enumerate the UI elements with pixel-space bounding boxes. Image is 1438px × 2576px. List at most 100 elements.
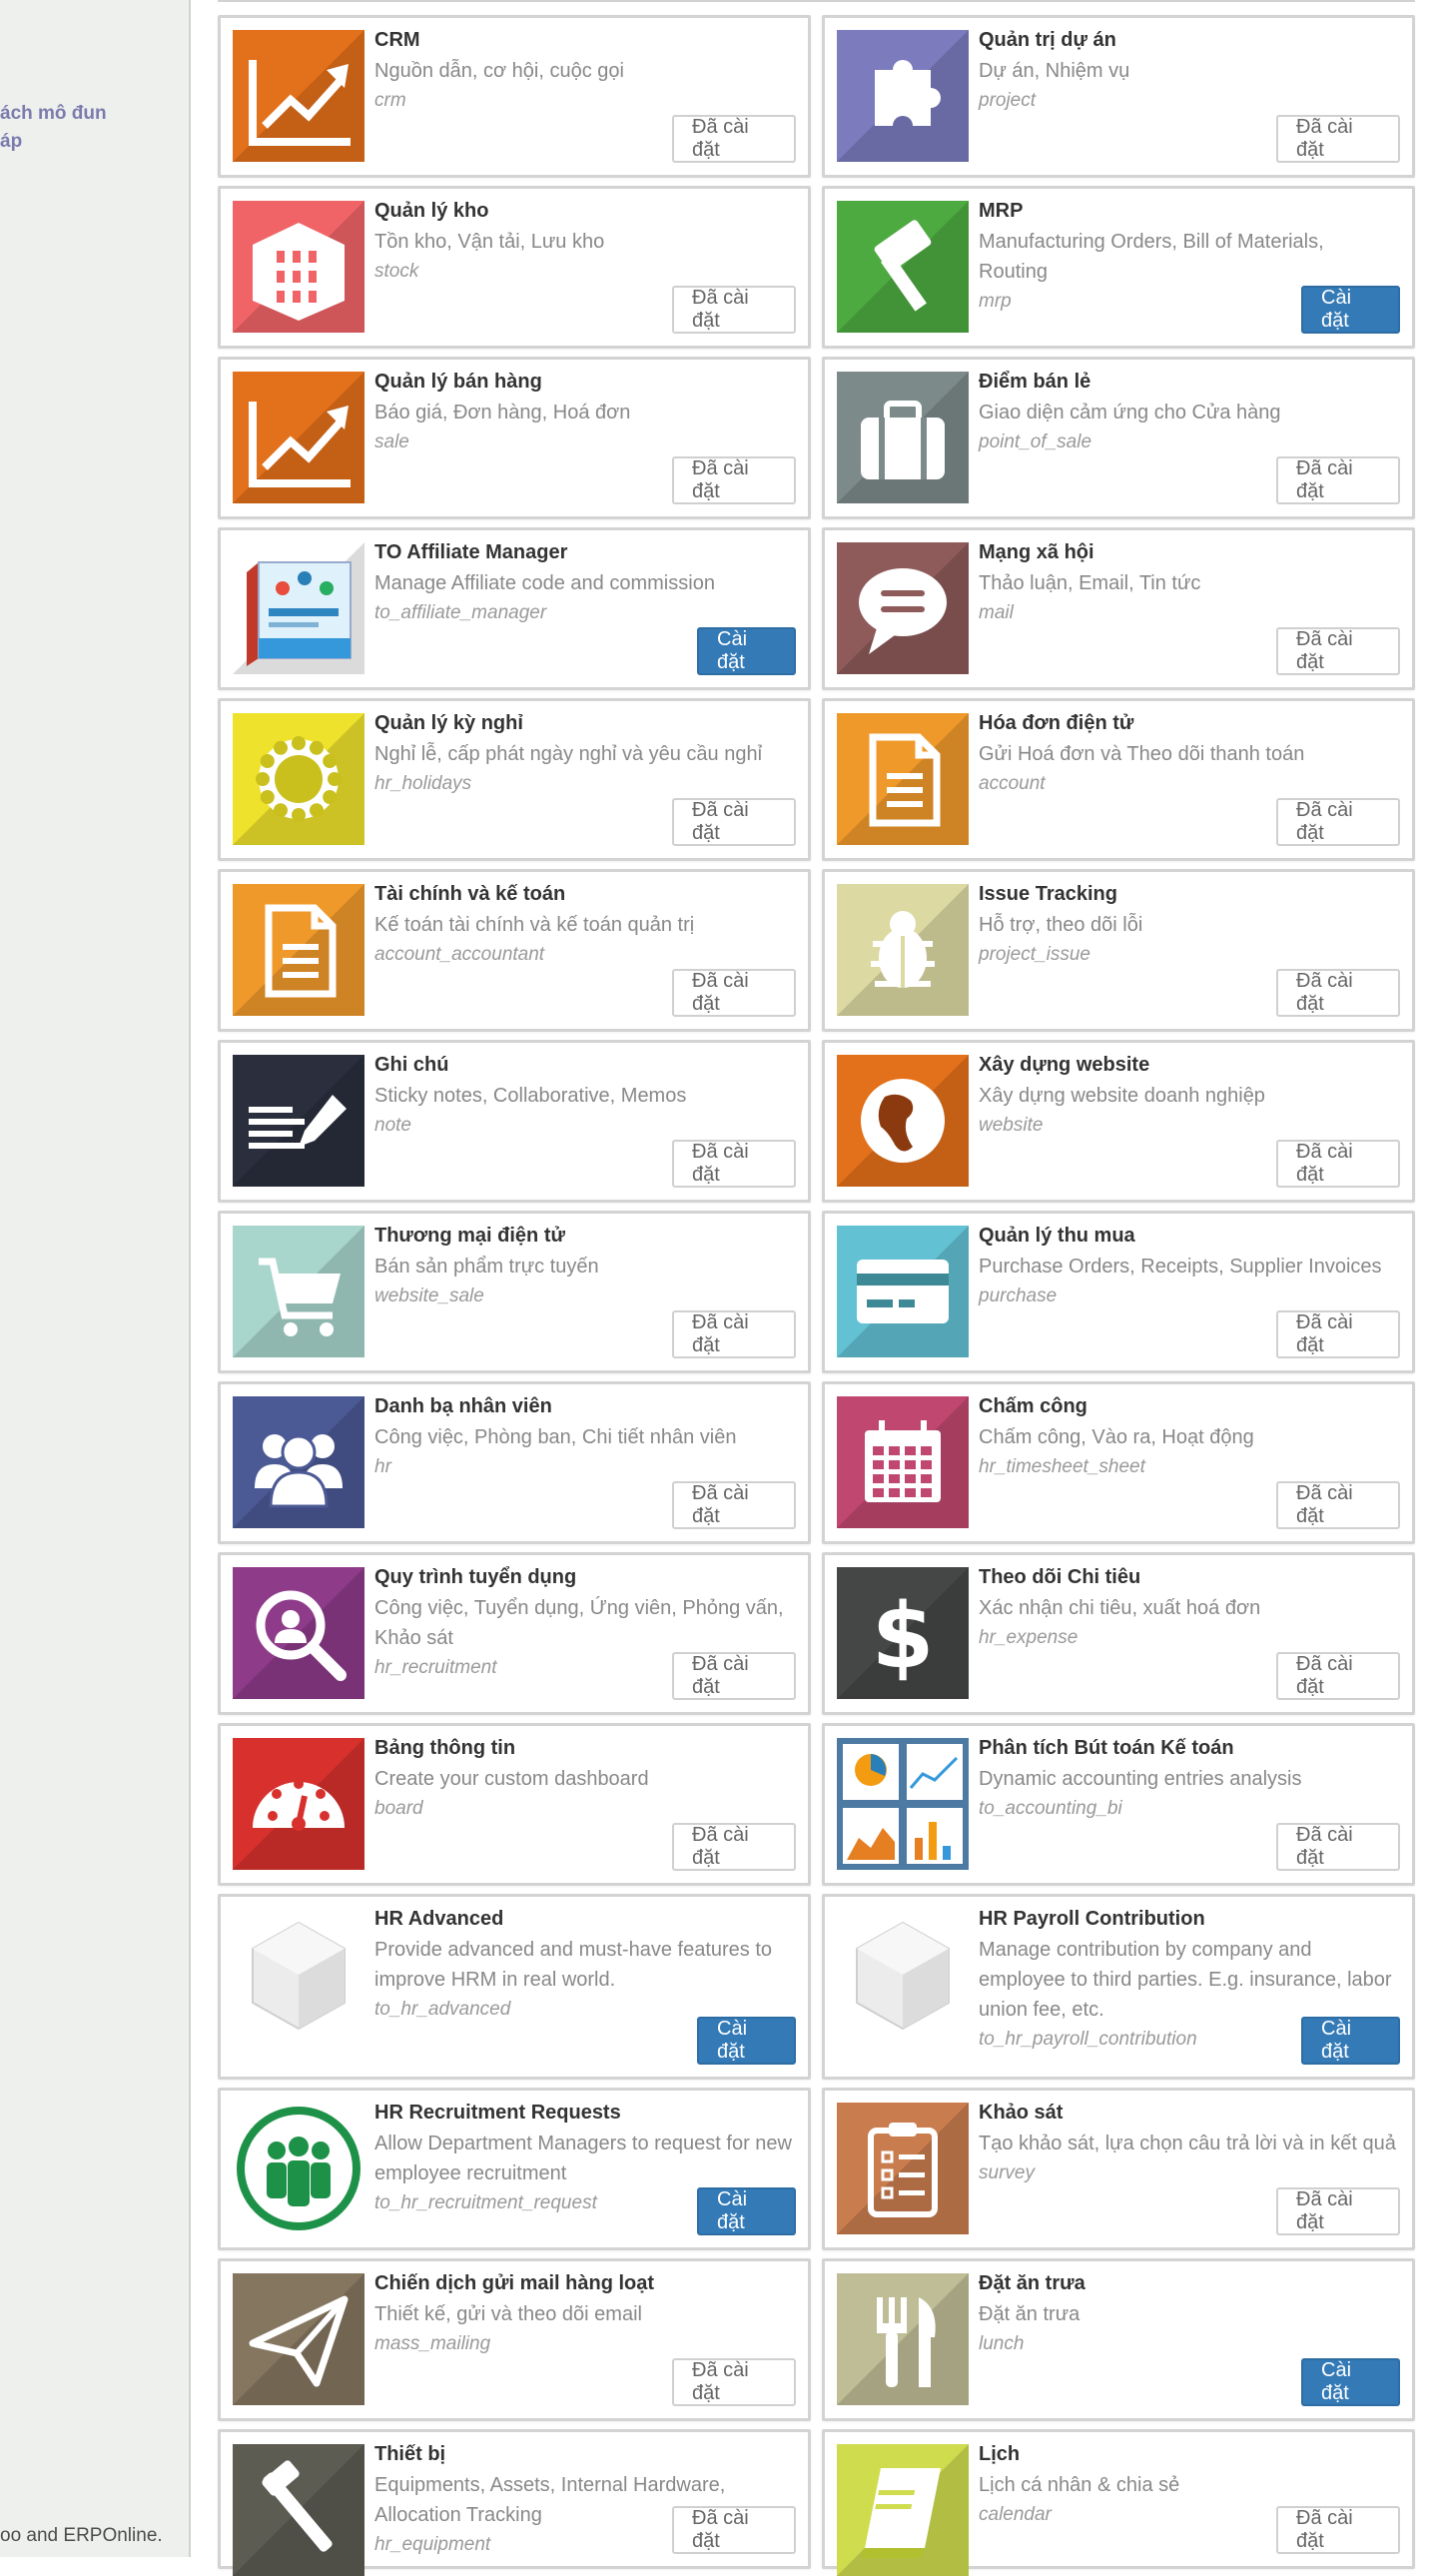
app-title[interactable]: Quản trị dự án <box>979 26 1398 54</box>
app-title[interactable]: Ghi chú <box>374 1051 794 1079</box>
app-title[interactable]: HR Advanced <box>374 1905 794 1933</box>
app-card[interactable]: Phân tích Bút toán Kế toán Dynamic accoun… <box>822 1723 1415 1886</box>
app-card[interactable]: HR Advanced Provide advanced and must-hav… <box>218 1894 811 2080</box>
app-title[interactable]: Quản lý kỳ nghỉ <box>374 709 794 737</box>
clipboard-icon <box>837 2103 969 2234</box>
installed-button[interactable]: Đã cài đặt <box>1276 1823 1400 1871</box>
app-technical-name: website <box>979 1115 1044 1136</box>
app-title[interactable]: Quản lý kho <box>374 197 794 225</box>
installed-button[interactable]: Đã cài đặt <box>1276 2187 1400 2235</box>
app-title[interactable]: Mạng xã hội <box>979 538 1398 566</box>
installed-button[interactable]: Đã cài đặt <box>672 1310 796 1358</box>
installed-button[interactable]: Đã cài đặt <box>672 1652 796 1700</box>
app-title[interactable]: MRP <box>979 197 1398 225</box>
app-card[interactable]: Đặt ăn trưa Đặt ăn trưa lunch Cài đặt <box>822 2258 1415 2421</box>
install-button[interactable]: Cài đặt <box>697 627 796 675</box>
installed-button[interactable]: Đã cài đặt <box>1276 627 1400 675</box>
app-card[interactable]: Issue Tracking Hỗ trợ, theo dõi lỗi projec… <box>822 869 1415 1032</box>
app-title[interactable]: CRM <box>374 26 794 54</box>
app-card[interactable]: Hóa đơn điện tử Gửi Hoá đơn và Theo dõi t… <box>822 698 1415 861</box>
installed-button[interactable]: Đã cài đặt <box>672 1823 796 1871</box>
app-card[interactable]: Xây dựng website Xây dựng website doanh n… <box>822 1040 1415 1203</box>
app-card[interactable]: Mạng xã hội Thảo luận, Email, Tin tức mail… <box>822 527 1415 690</box>
app-card[interactable]: Bảng thông tin Create your custom dashboa… <box>218 1723 811 1886</box>
app-summary: Manage Affiliate code and commission to_a… <box>374 568 794 628</box>
app-card[interactable]: Lịch Lịch cá nhân & chia sẻ calendar Đã cài… <box>822 2429 1415 2576</box>
app-card[interactable]: Danh bạ nhân viên Công việc, Phòng ban, C… <box>218 1381 811 1544</box>
app-title[interactable]: Quy trình tuyển dụng <box>374 1563 794 1591</box>
installed-button[interactable]: Đã cài đặt <box>672 798 796 846</box>
app-title[interactable]: Khảo sát <box>979 2099 1398 2127</box>
app-title[interactable]: Thương mại điện tử <box>374 1222 794 1250</box>
app-card[interactable]: Thương mại điện tử Bán sản phẩm trực tuyế… <box>218 1211 811 1373</box>
app-card[interactable]: Quản lý kho Tồn kho, Vận tải, Lưu kho stoc… <box>218 186 811 349</box>
install-button[interactable]: Cài đặt <box>697 2017 796 2065</box>
app-title[interactable]: HR Payroll Contribution <box>979 1905 1398 1933</box>
app-title[interactable]: Tài chính và kế toán <box>374 880 794 908</box>
installed-button[interactable]: Đã cài đặt <box>672 2358 796 2406</box>
app-title[interactable]: Lịch <box>979 2440 1398 2468</box>
app-title[interactable]: Chấm công <box>979 1392 1398 1420</box>
app-card[interactable]: Tài chính và kế toán Kế toán tài chính và… <box>218 869 811 1032</box>
sidebar-link-app-list[interactable]: ách mô đun áp <box>0 100 186 156</box>
installed-button[interactable]: Đã cài đặt <box>672 2506 796 2554</box>
app-card[interactable]: $ Theo dõi Chi tiêu Xác nhận chi tiêu, xuấ… <box>822 1552 1415 1715</box>
installed-button[interactable]: Đã cài đặt <box>672 1481 796 1529</box>
app-title[interactable]: Phân tích Bút toán Kế toán <box>979 1734 1398 1762</box>
app-card[interactable]: TO Affiliate Manager Manage Affiliate cod… <box>218 527 811 690</box>
install-button[interactable]: Cài đặt <box>1301 286 1400 334</box>
app-card[interactable]: Quy trình tuyển dụng Công việc, Tuyển dụn… <box>218 1552 811 1715</box>
app-title[interactable]: Quản lý bán hàng <box>374 368 794 396</box>
app-card[interactable]: MRP Manufacturing Orders, Bill of Materia… <box>822 186 1415 349</box>
app-title[interactable]: Danh bạ nhân viên <box>374 1392 794 1420</box>
app-card[interactable]: Điểm bán lẻ Giao diện cảm ứng cho Cửa hàn… <box>822 357 1415 519</box>
installed-button[interactable]: Đã cài đặt <box>672 286 796 334</box>
app-title[interactable]: Chiến dịch gửi mail hàng loạt <box>374 2269 794 2297</box>
installed-button[interactable]: Đã cài đặt <box>672 115 796 163</box>
app-title[interactable]: TO Affiliate Manager <box>374 538 794 566</box>
install-button[interactable]: Cài đặt <box>1301 2358 1400 2406</box>
app-title[interactable]: Đặt ăn trưa <box>979 2269 1398 2297</box>
app-title[interactable]: Xây dựng website <box>979 1051 1398 1079</box>
app-card[interactable]: Quản lý kỳ nghỉ Nghỉ lễ, cấp phát ngày ng… <box>218 698 811 861</box>
app-title[interactable]: Theo dõi Chi tiêu <box>979 1563 1398 1591</box>
app-title[interactable]: Thiết bị <box>374 2440 794 2468</box>
install-button[interactable]: Cài đặt <box>1301 2017 1400 2065</box>
app-card[interactable]: Thiết bị Equipments, Assets, Internal Har… <box>218 2429 811 2576</box>
installed-button[interactable]: Đã cài đặt <box>1276 1481 1400 1529</box>
app-title[interactable]: Bảng thông tin <box>374 1734 794 1762</box>
installed-button[interactable]: Đã cài đặt <box>1276 115 1400 163</box>
app-summary: Giao diện cảm ứng cho Cửa hàng point_of_s… <box>979 398 1398 457</box>
app-card[interactable]: HR Recruitment Requests Allow Department … <box>218 2088 811 2250</box>
app-card[interactable]: Quản lý bán hàng Báo giá, Đơn hàng, Hoá đ… <box>218 357 811 519</box>
dollar-icon: $ <box>837 1567 969 1699</box>
app-card[interactable]: Chiến dịch gửi mail hàng loạt Thiết kế, g… <box>218 2258 811 2421</box>
app-card[interactable]: Quản lý thu mua Purchase Orders, Receipts… <box>822 1211 1415 1373</box>
installed-button[interactable]: Đã cài đặt <box>1276 456 1400 504</box>
installed-button[interactable]: Đã cài đặt <box>672 1140 796 1188</box>
installed-button[interactable]: Đã cài đặt <box>672 969 796 1017</box>
app-card[interactable]: HR Payroll Contribution Manage contributi… <box>822 1894 1415 2080</box>
installed-button[interactable]: Đã cài đặt <box>1276 969 1400 1017</box>
app-card[interactable]: Chấm công Chấm công, Vào ra, Hoạt động hr_… <box>822 1381 1415 1544</box>
installed-button[interactable]: Đã cài đặt <box>1276 1140 1400 1188</box>
installed-button[interactable]: Đã cài đặt <box>1276 798 1400 846</box>
globe-icon <box>837 1055 969 1187</box>
app-title[interactable]: Điểm bán lẻ <box>979 368 1398 396</box>
installed-button[interactable]: Đã cài đặt <box>1276 2506 1400 2554</box>
app-technical-name: hr <box>374 1456 391 1477</box>
app-summary: Nghỉ lễ, cấp phát ngày nghỉ và yêu cầu n… <box>374 739 794 799</box>
installed-button[interactable]: Đã cài đặt <box>1276 1310 1400 1358</box>
app-summary-text: Nguồn dẫn, cơ hội, cuộc gọi <box>374 60 624 82</box>
app-card[interactable]: Ghi chú Sticky notes, Collaborative, Memo… <box>218 1040 811 1203</box>
installed-button[interactable]: Đã cài đặt <box>1276 1652 1400 1700</box>
installed-button[interactable]: Đã cài đặt <box>672 456 796 504</box>
install-button[interactable]: Cài đặt <box>697 2187 796 2235</box>
app-title[interactable]: Hóa đơn điện tử <box>979 709 1398 737</box>
app-card[interactable]: CRM Nguồn dẫn, cơ hội, cuộc gọi crm Đã cài … <box>218 15 811 178</box>
app-title[interactable]: Issue Tracking <box>979 880 1398 908</box>
app-title[interactable]: Quản lý thu mua <box>979 1222 1398 1250</box>
app-title[interactable]: HR Recruitment Requests <box>374 2099 794 2127</box>
app-card[interactable]: Khảo sát Tạo khảo sát, lựa chọn câu trả l… <box>822 2088 1415 2250</box>
app-card[interactable]: Quản trị dự án Dự án, Nhiệm vụ project Đã c… <box>822 15 1415 178</box>
